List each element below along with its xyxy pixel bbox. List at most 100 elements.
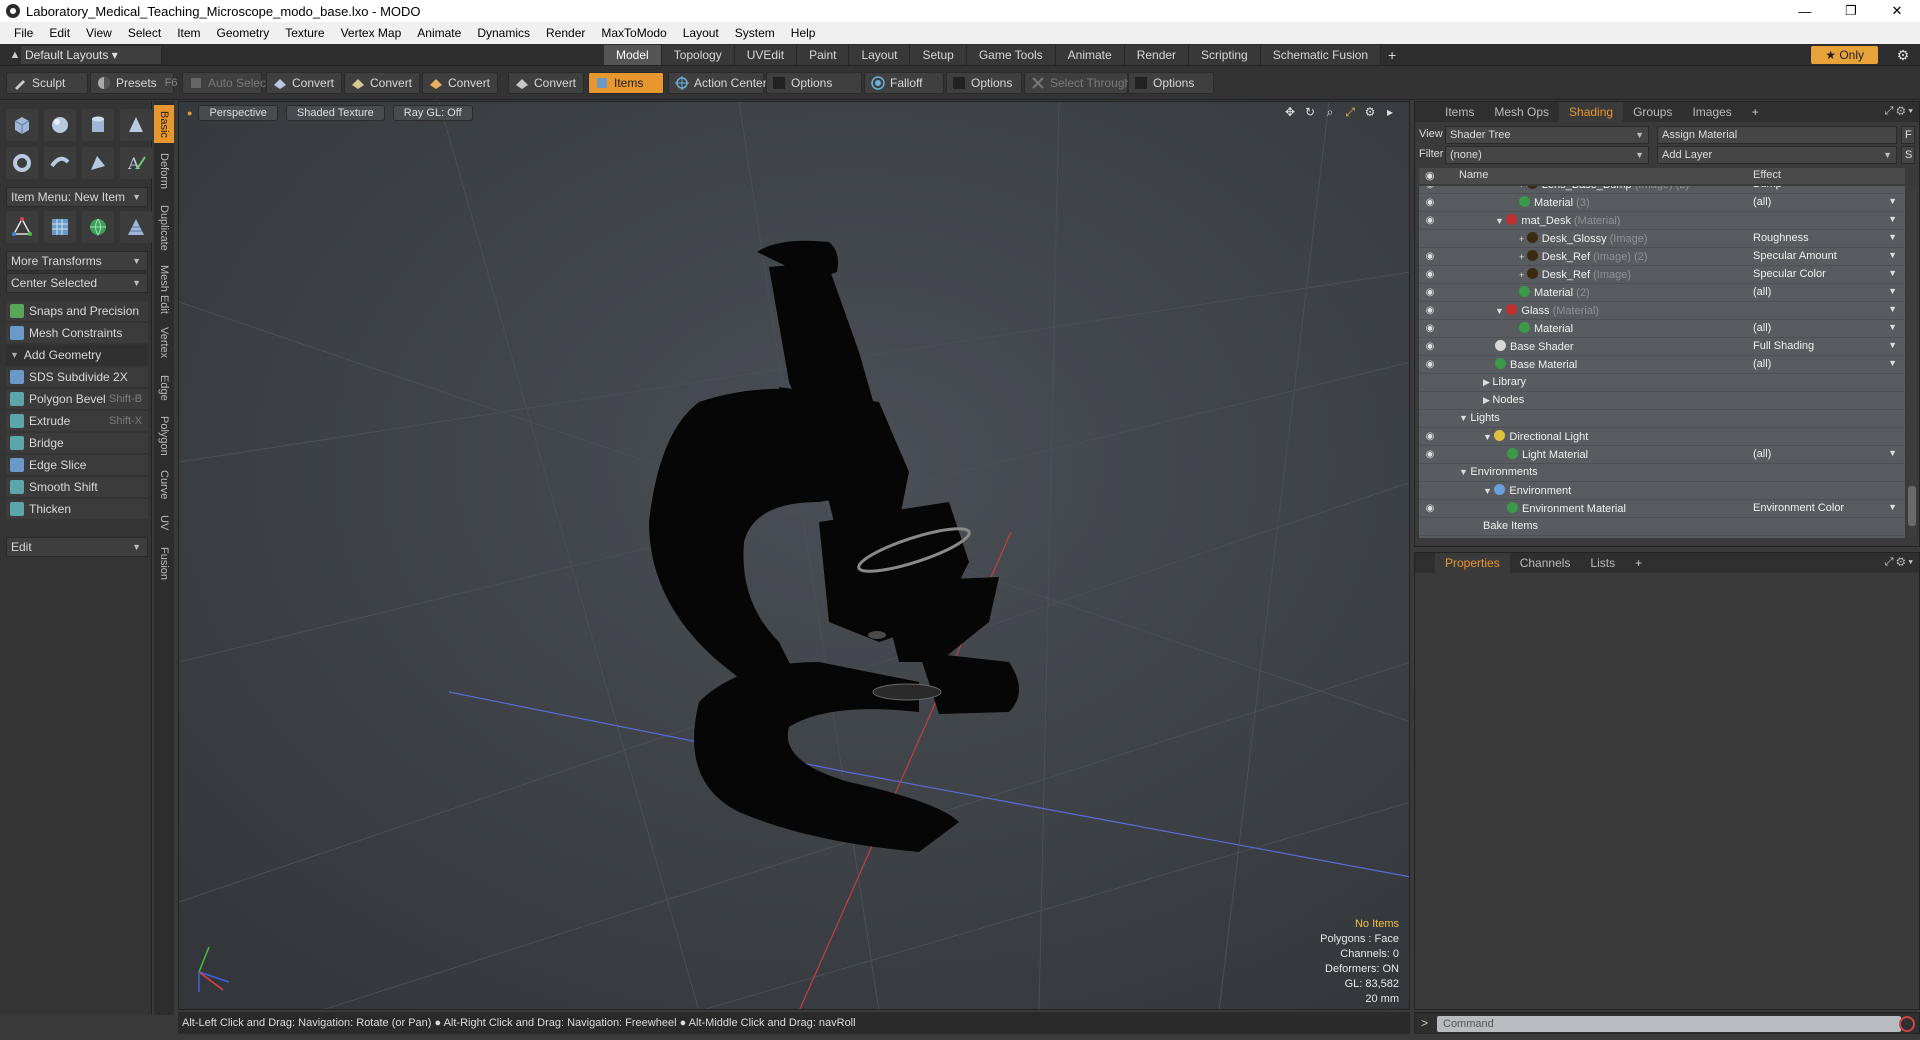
shader-tree-row[interactable]: ▼ Lights xyxy=(1419,410,1905,428)
item-menu-dropdown[interactable]: Item Menu: New Item ▼ xyxy=(6,187,148,207)
command-input[interactable]: Command xyxy=(1437,1016,1901,1032)
sds-subdivide-button[interactable]: SDS Subdivide 2X xyxy=(6,367,148,387)
expand-toggle-icon[interactable]: ▼ xyxy=(1495,216,1506,226)
menu-item[interactable]: Item xyxy=(169,26,208,40)
add-tab-button[interactable]: + xyxy=(1625,553,1652,573)
panel-gear-icon[interactable]: ⤢ ⚙ ▾ xyxy=(1885,105,1913,118)
move-view-icon[interactable]: ✥ xyxy=(1283,105,1297,119)
checkbox[interactable] xyxy=(953,77,965,89)
tab-shading[interactable]: Shading xyxy=(1559,102,1624,122)
vtab-fusion[interactable]: Fusion xyxy=(154,541,174,587)
expand-toggle-icon[interactable]: + xyxy=(1519,234,1527,244)
menu-render[interactable]: Render xyxy=(538,26,593,40)
effect-dropdown[interactable]: Full Shading ▼ xyxy=(1753,340,1903,352)
expand-toggle-icon[interactable]: ▼ xyxy=(1459,467,1470,477)
add-layer-dropdown[interactable]: Add Layer ▼ xyxy=(1657,146,1897,164)
tab-render[interactable]: Render xyxy=(1124,45,1190,65)
record-macro-icon[interactable] xyxy=(1899,1016,1915,1032)
3d-viewport[interactable]: ● Perspective Shaded Texture Ray GL: Off… xyxy=(178,101,1410,1010)
add-tab-button[interactable]: + xyxy=(1742,102,1769,122)
shader-tree-row[interactable]: ◉ + Desk_Ref (Image) Specular Color ▼ xyxy=(1419,266,1905,284)
shader-tree-row[interactable]: ▼ Environments xyxy=(1419,464,1905,482)
falloff-button[interactable]: Falloff xyxy=(864,72,944,94)
vtab-edge[interactable]: Edge xyxy=(154,369,174,407)
menu-view[interactable]: View xyxy=(78,26,120,40)
action-center-button[interactable]: Action Center xyxy=(668,72,767,94)
pyramid-icon[interactable] xyxy=(120,211,152,243)
visibility-eye-icon[interactable]: ◉ xyxy=(1423,196,1437,210)
auto-select-button[interactable]: Auto Select xyxy=(182,72,269,94)
assign-material-button[interactable]: Assign Material xyxy=(1657,126,1897,144)
perspective-button[interactable]: Perspective xyxy=(198,105,278,121)
visibility-eye-icon[interactable]: ◉ xyxy=(1423,358,1437,372)
filter-dropdown[interactable]: (none) ▼ xyxy=(1445,146,1649,164)
convert-vertices-button[interactable]: Convert xyxy=(266,72,342,94)
torus-icon[interactable] xyxy=(6,147,38,179)
effect-dropdown[interactable]: (all) ▼ xyxy=(1753,286,1903,298)
panel-gear-icon[interactable]: ⤢ ⚙ ▾ xyxy=(1885,556,1913,569)
tree-scrollbar[interactable] xyxy=(1907,186,1917,538)
effect-dropdown[interactable]: (all) ▼ xyxy=(1753,322,1903,334)
tab-uvedit[interactable]: UVEdit xyxy=(734,45,798,65)
only-button[interactable]: ★ Only xyxy=(1811,46,1878,64)
bridge-button[interactable]: Bridge xyxy=(6,433,148,453)
edge-slice-button[interactable]: Edge Slice xyxy=(6,455,148,475)
tab-channels[interactable]: Channels xyxy=(1510,553,1581,573)
effect-dropdown[interactable]: (all) ▼ xyxy=(1753,448,1903,460)
visibility-eye-icon[interactable]: ◉ xyxy=(1423,322,1437,336)
shader-tree-row[interactable]: Bake Items xyxy=(1419,518,1905,536)
vtab-basic[interactable]: Basic xyxy=(154,105,174,143)
more-transforms-dropdown[interactable]: More Transforms ▼ xyxy=(6,251,148,271)
tab-topology[interactable]: Topology xyxy=(661,45,735,65)
globe-icon[interactable] xyxy=(82,211,114,243)
shader-tree-row[interactable]: ◉ ▼ mat_Desk (Material) ▼ xyxy=(1419,212,1905,230)
tab-layout[interactable]: Layout xyxy=(849,45,911,65)
polygon-bevel-button[interactable]: Polygon Bevel Shift-B xyxy=(6,389,148,409)
tab-animate[interactable]: Animate xyxy=(1055,45,1125,65)
shader-tree-row[interactable]: ▶ Nodes xyxy=(1419,392,1905,410)
thicken-button[interactable]: Thicken xyxy=(6,499,148,519)
tab-lists[interactable]: Lists xyxy=(1580,553,1625,573)
scrollbar-thumb[interactable] xyxy=(1908,486,1916,526)
visibility-eye-icon[interactable]: ◉ xyxy=(1423,502,1437,516)
shader-tree-row[interactable]: ◉ + Lens_Base_Bump (Image) (2) Bump ▼ xyxy=(1419,186,1905,194)
sphere-icon[interactable] xyxy=(44,109,76,141)
tab-setup[interactable]: Setup xyxy=(910,45,967,65)
layouts-dropdown[interactable]: Default Layouts ▾ xyxy=(20,44,162,65)
vtab-vertex[interactable]: Vertex xyxy=(154,321,174,365)
text-tool-icon[interactable]: A xyxy=(120,147,152,179)
close-button[interactable]: ✕ xyxy=(1874,0,1920,22)
visibility-eye-icon[interactable]: ◉ xyxy=(1423,448,1437,462)
settings-icon[interactable]: ⚙ xyxy=(1363,105,1377,119)
expand-toggle-icon[interactable]: + xyxy=(1519,252,1527,262)
expand-toggle-icon[interactable]: ▼ xyxy=(1459,413,1470,423)
falloff-options-button[interactable]: Options xyxy=(946,72,1022,94)
tab-model[interactable]: Model xyxy=(604,45,662,65)
effect-dropdown[interactable]: (all) ▼ xyxy=(1753,358,1903,370)
column-effect[interactable]: Effect xyxy=(1753,169,1781,181)
effect-dropdown[interactable]: Environment Color ▼ xyxy=(1753,502,1903,514)
menu-layout[interactable]: Layout xyxy=(675,26,727,40)
shader-tree-row[interactable]: ◉ Light Material (all) ▼ xyxy=(1419,446,1905,464)
tab-paint[interactable]: Paint xyxy=(797,45,850,65)
presets-button[interactable]: Presets F6 xyxy=(90,72,178,94)
shader-tree-row[interactable]: ◉ Material (3) (all) ▼ xyxy=(1419,194,1905,212)
menu-maxtomodo[interactable]: MaxToModo xyxy=(593,26,674,40)
rotate-view-icon[interactable]: ↻ xyxy=(1303,105,1317,119)
shader-tree-row[interactable]: ◉ ▼ Directional Light xyxy=(1419,428,1905,446)
fit-view-icon[interactable]: ⤢ xyxy=(1343,105,1357,119)
ray-gl-button[interactable]: Ray GL: Off xyxy=(392,105,473,121)
sculpt-button[interactable]: Sculpt xyxy=(6,72,88,94)
cube-icon[interactable] xyxy=(6,109,38,141)
menu-help[interactable]: Help xyxy=(783,26,824,40)
shader-tree[interactable]: ◉ + Lens_Base_Bump (Image) (2) Bump ▼ ◉ Mater… xyxy=(1419,186,1905,538)
tab-mesh-ops[interactable]: Mesh Ops xyxy=(1484,102,1559,122)
visibility-eye-icon[interactable]: ◉ xyxy=(1423,286,1437,300)
visibility-eye-icon[interactable]: ◉ xyxy=(1423,304,1437,318)
expand-toggle-icon[interactable]: + xyxy=(1519,270,1527,280)
menu-file[interactable]: File xyxy=(6,26,41,40)
cone-icon[interactable] xyxy=(120,109,152,141)
view-dropdown[interactable]: Shader Tree ▼ xyxy=(1445,126,1649,144)
expand-toggle-icon[interactable]: ▶ xyxy=(1483,377,1492,387)
visibility-eye-icon[interactable]: ◉ xyxy=(1423,186,1437,192)
